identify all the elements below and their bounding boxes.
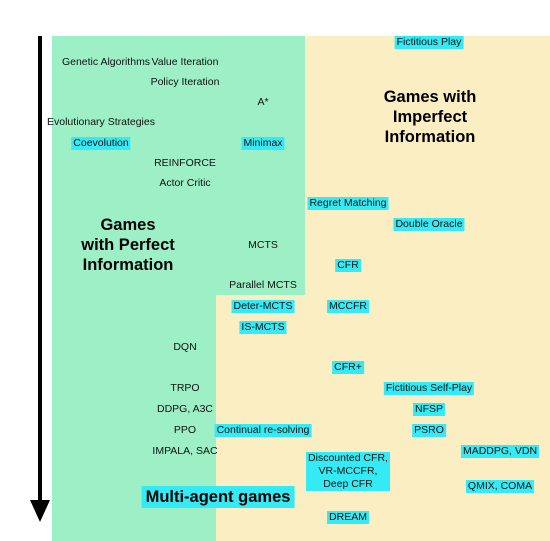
timeline-entry: Continual re-solving [214, 424, 312, 437]
timeline-entry: DQN [173, 341, 196, 354]
timeline-entry: Fictitious Self-Play [383, 382, 475, 395]
timeline-entry: Fictitious Play [394, 36, 464, 49]
timeline-entry-line: VR-MCCFR, [318, 465, 378, 477]
timeline-entry-line: PSRO [414, 424, 444, 436]
timeline-entry: REINFORCE [154, 157, 216, 170]
timeline-entry-line: TRPO [170, 382, 200, 394]
timeline-entry: Actor Critic [159, 177, 210, 190]
timeline-entry-line: CFR+ [334, 361, 362, 373]
timeline-entry: Coevolution [71, 137, 131, 150]
timeline-diagram: Fictitious Play Genetic Algorithms Value I… [0, 0, 550, 541]
timeline-entry-line: Deep CFR [323, 478, 373, 490]
timeline-entry-line: DQN [173, 341, 197, 353]
timeline-entry: Policy Iteration [151, 76, 220, 89]
timeline-axis-line [38, 36, 42, 506]
timeline-entry-line: Minimax [243, 137, 283, 149]
timeline-entry-line: A* [257, 96, 269, 108]
imperfect-information-region-upper [305, 36, 550, 295]
timeline-entry-line: MCCFR [329, 300, 367, 312]
timeline-entry-line: DDPG, A3C [156, 403, 214, 415]
timeline-entry: CFR+ [332, 361, 364, 374]
timeline-entry: QMIX, COMA [465, 480, 535, 493]
timeline-entry: PSRO [412, 424, 446, 437]
timeline-entry: PPO [174, 424, 196, 437]
timeline-entry-line: CFR [337, 259, 359, 271]
timeline-entry-line: Genetic Algorithms [61, 56, 151, 68]
column-headers [0, 0, 550, 36]
timeline-entry: MCTS [248, 239, 278, 252]
timeline-entry-line: Fictitious Play [396, 36, 462, 48]
timeline-entry-line: Fictitious Self-Play [385, 382, 473, 394]
timeline-entry: TRPO [170, 382, 199, 395]
timeline-entry-line: Actor Critic [159, 177, 211, 189]
timeline-entry-line: NFSP [414, 403, 444, 415]
timeline-entry-line: REINFORCE [154, 157, 216, 169]
timeline-entry-line: Policy Iteration [150, 76, 220, 88]
region-caption-line: Imperfect [392, 108, 468, 126]
timeline-entry: IMPALA, SAC [152, 445, 217, 458]
timeline-entry-line: Evolutionary Strategies [47, 116, 155, 128]
timeline-entry-line: MCTS [248, 239, 278, 251]
timeline-entry: Evolutionary Strategies [47, 116, 155, 129]
timeline-entry: Regret Matching [307, 197, 389, 210]
timeline-entry-line: QMIX, COMA [467, 480, 533, 492]
timeline-entry-line: PPO [173, 424, 197, 436]
timeline-entry-line: IS-MCTS [241, 321, 285, 333]
region-caption: Multi-agent games [141, 486, 295, 508]
region-caption-line: with Perfect [81, 236, 175, 254]
timeline-entry-line: MADDPG, VDN [462, 445, 538, 457]
timeline-entry-line: Value Iteration [151, 56, 219, 68]
timeline-entry: IS-MCTS [239, 321, 287, 334]
timeline-entry: DDPG, A3C [157, 403, 213, 416]
timeline-entry: Double Oracle [393, 218, 465, 231]
timeline-entry-line: Parallel MCTS [229, 279, 297, 291]
timeline-entry-line: Discounted CFR, [308, 452, 388, 464]
timeline-entry-line: DREAM [329, 511, 367, 523]
timeline-entry-line: Continual re-solving [216, 424, 310, 436]
timeline-entry: Value Iteration [152, 56, 219, 69]
timeline-entry: Parallel MCTS [229, 279, 297, 292]
timeline-entry: A* [257, 96, 268, 109]
timeline-entry: MCCFR [327, 300, 369, 313]
timeline-entry-line: Double Oracle [395, 218, 463, 230]
timeline-entry: DREAM [327, 511, 369, 524]
timeline-entry: CFR [335, 259, 361, 272]
timeline-entry-line: Deter-MCTS [233, 300, 293, 312]
region-caption-line: Games with [383, 88, 477, 106]
timeline-entry-line: IMPALA, SAC [152, 445, 218, 457]
timeline-entry: Minimax [241, 137, 285, 150]
region-caption-line: Games [100, 216, 156, 234]
timeline-entry: Deter-MCTS [231, 300, 295, 313]
region-caption-line: Information [384, 128, 476, 146]
timeline-entry: Discounted CFR, VR-MCCFR, Deep CFR [306, 452, 390, 491]
timeline-entry-line: Regret Matching [309, 197, 387, 209]
timeline-entry: Genetic Algorithms [62, 56, 150, 69]
region-caption: Games with Perfect Information [81, 215, 175, 275]
timeline-entry: MADDPG, VDN [460, 445, 540, 458]
region-caption: Games with Imperfect Information [384, 87, 477, 147]
timeline-entry: NFSP [412, 403, 446, 416]
region-caption-line: Multi-agent games [145, 488, 291, 506]
timeline-arrow-icon [30, 500, 50, 522]
timeline-entry-line: Coevolution [73, 137, 129, 149]
region-caption-line: Information [82, 256, 174, 274]
